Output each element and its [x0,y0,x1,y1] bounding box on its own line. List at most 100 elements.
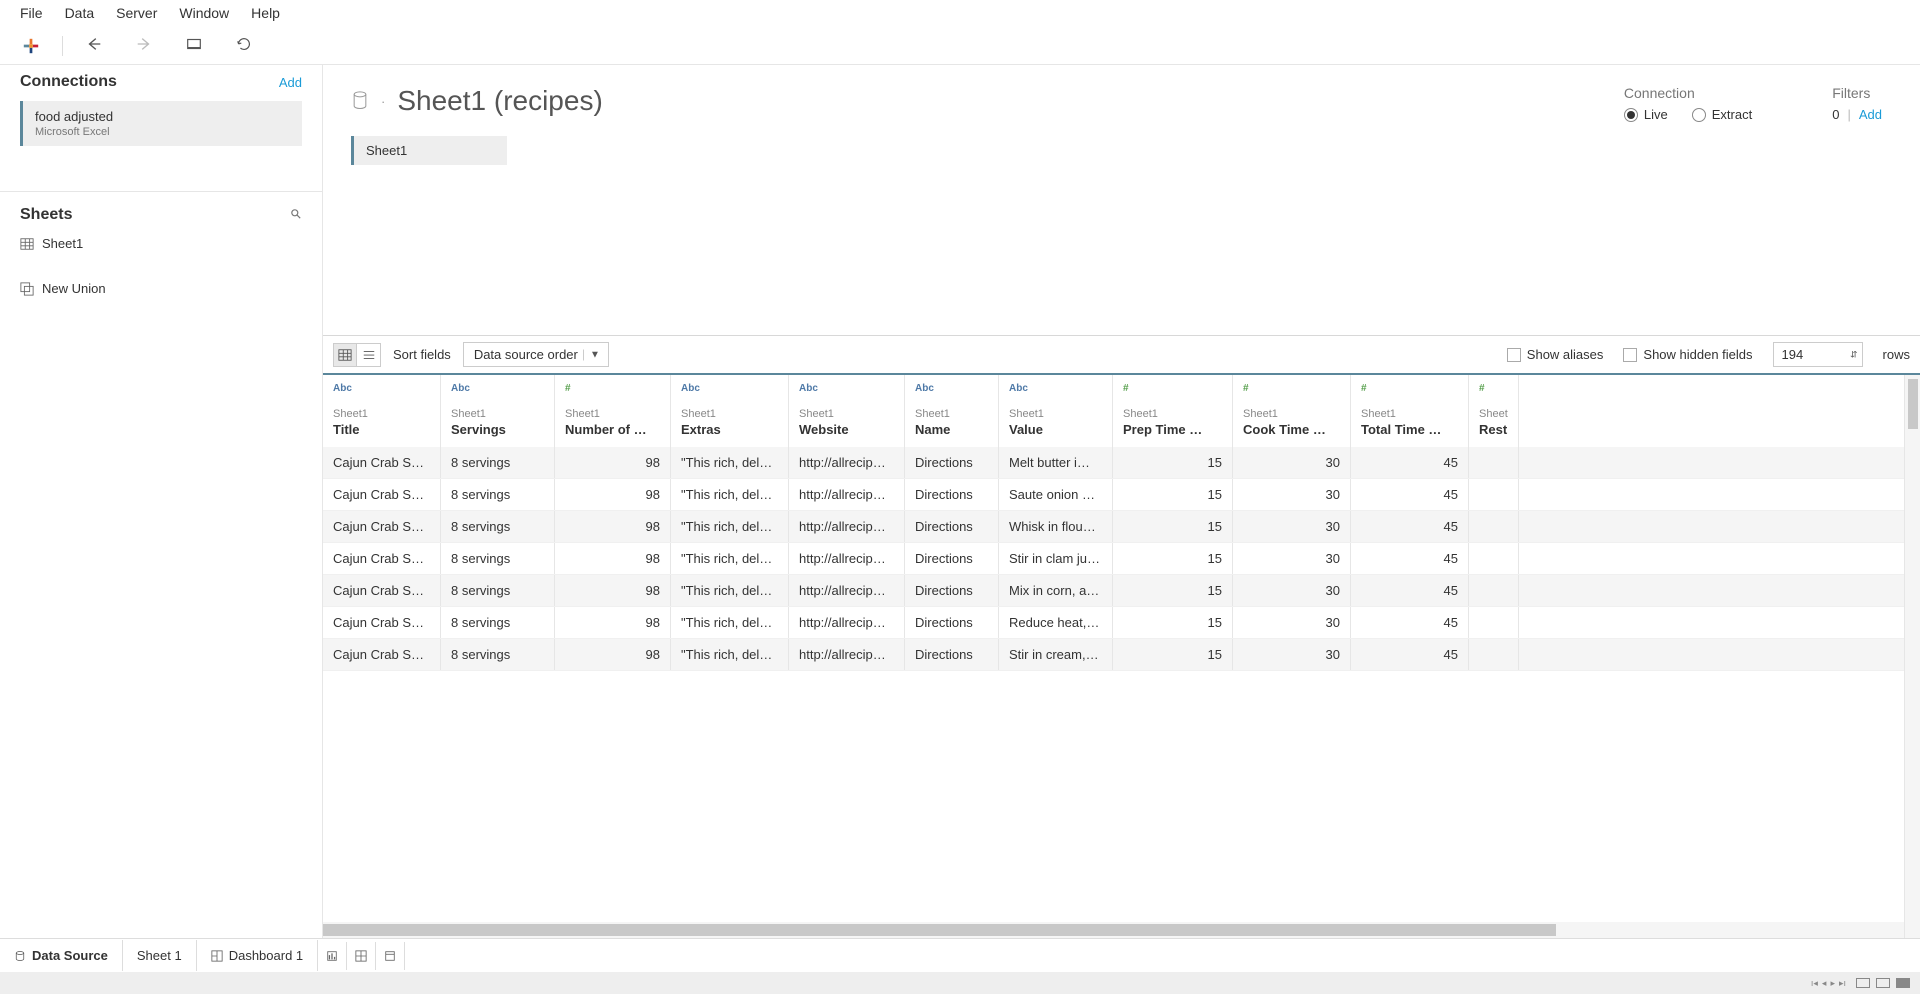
save-button[interactable] [185,35,203,56]
sort-label: Sort fields [393,347,451,362]
column-source: Sheet1 [565,408,660,420]
sheet-item[interactable]: Sheet1 [20,232,302,255]
table-cell [1469,607,1519,638]
table-cell: Melt butter i… [999,447,1113,478]
column-header[interactable]: AbcSheet1Extras [671,375,789,447]
add-filter-link[interactable]: Add [1859,107,1882,122]
tableau-logo-icon [22,37,40,55]
data-grid: AbcSheet1TitleAbcSheet1Servings#Sheet1Nu… [323,373,1920,938]
toolbar [0,27,1920,65]
column-source: Sheet1 [1361,408,1458,420]
new-dashboard-button[interactable] [347,942,376,970]
filters-label: Filters [1832,85,1882,101]
column-source: Sheet [1479,408,1508,420]
radio-live[interactable]: Live [1624,107,1668,122]
sort-select[interactable]: Data source order ▼ [463,342,609,367]
refresh-button[interactable] [235,35,253,56]
menu-file[interactable]: File [20,5,43,21]
table-cell: http://allrecip… [789,543,905,574]
radio-extract[interactable]: Extract [1692,107,1752,122]
table-cell: 15 [1113,543,1233,574]
column-name: Website [799,422,894,437]
column-source: Sheet1 [915,408,988,420]
table-pill[interactable]: Sheet1 [351,136,507,165]
table-row[interactable]: Cajun Crab So…8 servings98"This rich, de… [323,511,1904,543]
list-view-button[interactable] [357,343,381,367]
column-source: Sheet1 [1123,408,1222,420]
table-cell: 30 [1233,575,1351,606]
table-cell: 15 [1113,511,1233,542]
table-cell: Reduce heat, … [999,607,1113,638]
column-name: Title [333,422,430,437]
nav-icons[interactable]: ı◂◂▸▸ı [1811,978,1846,989]
table-cell: Directions [905,479,999,510]
column-header[interactable]: #Sheet1Number of … [555,375,671,447]
column-source: Sheet1 [799,408,894,420]
column-header[interactable]: AbcSheet1Servings [441,375,555,447]
table-cell: 98 [555,479,671,510]
forward-button[interactable] [135,35,153,56]
rows-input[interactable]: 194⇵ [1773,342,1863,367]
type-icon: # [1123,383,1222,394]
menu-help[interactable]: Help [251,5,280,21]
column-header[interactable]: #Sheet1Cook Time … [1233,375,1351,447]
tab-sheet1[interactable]: Sheet 1 [123,940,197,971]
table-cell: 45 [1351,639,1469,670]
table-cell: 30 [1233,511,1351,542]
horizontal-scrollbar[interactable] [323,922,1904,938]
show-hidden-checkbox[interactable]: Show hidden fields [1623,347,1752,362]
tab-data-source[interactable]: Data Source [0,940,123,971]
table-row[interactable]: Cajun Crab So…8 servings98"This rich, de… [323,575,1904,607]
new-story-button[interactable] [376,942,405,970]
column-header[interactable]: AbcSheet1Value [999,375,1113,447]
add-connection-link[interactable]: Add [279,75,302,90]
table-cell [1469,511,1519,542]
back-button[interactable] [85,35,103,56]
new-worksheet-button[interactable] [318,942,347,970]
table-cell: Cajun Crab So… [323,479,441,510]
table-cell: http://allrecip… [789,479,905,510]
grid-controls: Sort fields Data source order ▼ Show ali… [323,335,1920,373]
menu-window[interactable]: Window [179,5,229,21]
show-aliases-checkbox[interactable]: Show aliases [1507,347,1604,362]
table-cell: 15 [1113,575,1233,606]
table-cell: "This rich, del… [671,447,789,478]
column-name: Total Time … [1361,422,1458,437]
table-row[interactable]: Cajun Crab So…8 servings98"This rich, de… [323,639,1904,671]
status-bar: ı◂◂▸▸ı [0,972,1920,994]
type-icon: # [565,383,660,394]
vertical-scrollbar[interactable] [1904,375,1920,938]
table-row[interactable]: Cajun Crab So…8 servings98"This rich, de… [323,543,1904,575]
column-header[interactable]: #Sheet1Prep Time … [1113,375,1233,447]
column-header[interactable]: AbcSheet1Title [323,375,441,447]
table-cell: Directions [905,607,999,638]
menu-server[interactable]: Server [116,5,157,21]
stepper-icon[interactable]: ⇵ [1850,349,1858,360]
new-union-item[interactable]: New Union [20,277,302,300]
table-cell [1469,543,1519,574]
table-row[interactable]: Cajun Crab So…8 servings98"This rich, de… [323,607,1904,639]
table-cell: 98 [555,447,671,478]
table-cell: Directions [905,575,999,606]
datasource-title[interactable]: Sheet1 (recipes) [397,85,602,117]
column-header[interactable]: #Sheet1Total Time … [1351,375,1469,447]
tab-dashboard1[interactable]: Dashboard 1 [197,940,318,971]
dashboard-icon [211,950,223,962]
grid-view-button[interactable] [333,343,357,367]
table-cell: 8 servings [441,575,555,606]
menu-data[interactable]: Data [65,5,95,21]
table-cell: 15 [1113,447,1233,478]
table-cell [1469,639,1519,670]
column-name: Extras [681,422,778,437]
table-row[interactable]: Cajun Crab So…8 servings98"This rich, de… [323,479,1904,511]
column-header[interactable]: Abc Sheet1 Website [789,375,905,447]
table-cell: 45 [1351,511,1469,542]
canvas-area: · Sheet1 (recipes) Connection Live Extra… [323,65,1920,938]
column-header[interactable]: #SheetRest [1469,375,1519,447]
column-header[interactable]: AbcSheet1Name [905,375,999,447]
search-icon[interactable] [290,208,302,223]
table-row[interactable]: Cajun Crab So…8 servings98"This rich, de… [323,447,1904,479]
type-icon: Abc [799,383,894,394]
connection-item[interactable]: food adjusted Microsoft Excel [20,101,302,146]
presentation-icons[interactable] [1856,978,1910,988]
